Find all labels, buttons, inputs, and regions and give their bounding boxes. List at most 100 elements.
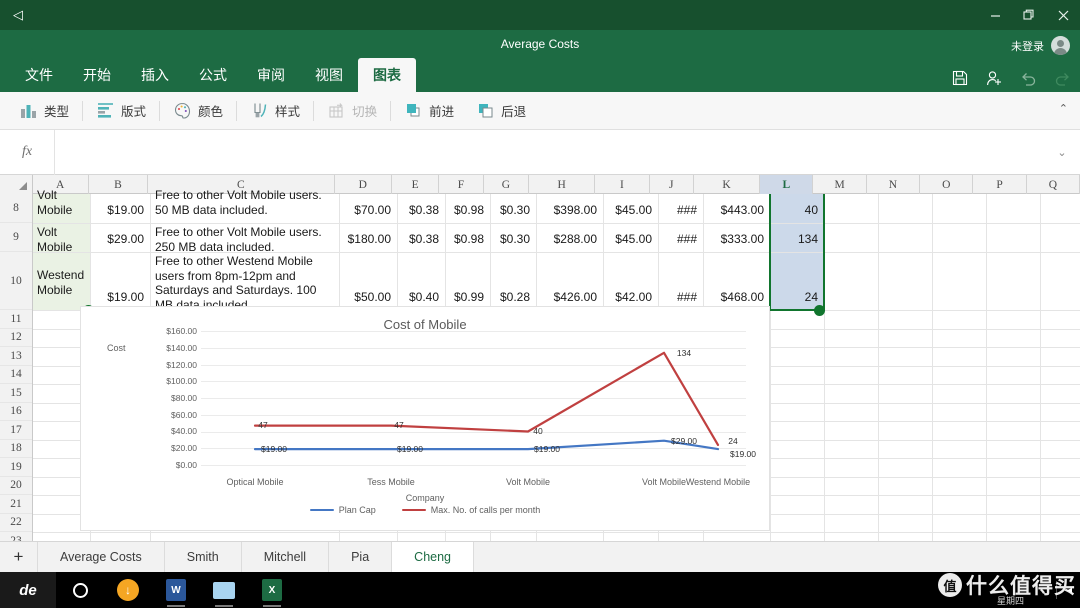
cell-k10[interactable]: $468.00 — [703, 289, 768, 306]
cell-i9[interactable]: $45.00 — [603, 231, 656, 248]
row-header-9[interactable]: 9 — [0, 223, 32, 252]
tab-review[interactable]: 审阅 — [242, 58, 300, 92]
sheet-tab-average-costs[interactable]: Average Costs — [38, 542, 165, 572]
tab-home[interactable]: 开始 — [68, 58, 126, 92]
search-circle-icon[interactable] — [56, 572, 104, 608]
toolbar-color[interactable]: 颜色 — [162, 96, 234, 126]
cell-k8[interactable]: $443.00 — [703, 202, 768, 219]
word-icon[interactable]: W — [152, 572, 200, 608]
cell-b9[interactable]: $29.00 — [90, 231, 148, 248]
tab-chart[interactable]: 图表 — [358, 58, 416, 92]
chart-object[interactable]: Cost of Mobile Cost $0.00 $20.00 $40.00 … — [80, 306, 770, 531]
column-header-e[interactable]: E — [392, 175, 440, 194]
row-header-10[interactable]: 10 — [0, 252, 32, 310]
restore-button[interactable] — [1012, 0, 1046, 30]
cell-e9[interactable]: $0.38 — [397, 231, 443, 248]
undo-icon[interactable] — [1018, 68, 1038, 88]
minimize-button[interactable] — [978, 0, 1012, 30]
cell-j10[interactable]: ### — [658, 289, 701, 306]
row-header-21[interactable]: 21 — [0, 495, 32, 514]
cell-h10[interactable]: $426.00 — [536, 289, 601, 306]
row-header-12[interactable]: 12 — [0, 329, 32, 347]
cell-b10[interactable]: $19.00 — [90, 289, 148, 306]
column-header-j[interactable]: J — [650, 175, 694, 194]
tab-view[interactable]: 视图 — [300, 58, 358, 92]
save-icon[interactable] — [950, 68, 970, 88]
cell-a9[interactable]: Volt Mobile — [33, 224, 90, 254]
row-header-11[interactable]: 11 — [0, 310, 32, 329]
add-sheet-button[interactable]: + — [0, 542, 38, 572]
row-header-18[interactable]: 18 — [0, 440, 32, 458]
download-icon[interactable]: ↓ — [104, 572, 152, 608]
column-header-q[interactable]: Q — [1027, 175, 1080, 194]
row-header-16[interactable]: 16 — [0, 403, 32, 421]
tab-formula[interactable]: 公式 — [184, 58, 242, 92]
cell-i10[interactable]: $42.00 — [603, 289, 656, 306]
row-header-17[interactable]: 17 — [0, 421, 32, 440]
selection-handle-right[interactable] — [814, 305, 825, 316]
column-header-n[interactable]: N — [867, 175, 921, 194]
column-header-i[interactable]: I — [595, 175, 650, 194]
row-header-14[interactable]: 14 — [0, 366, 32, 384]
cell-f9[interactable]: $0.98 — [445, 231, 488, 248]
row-header-13[interactable]: 13 — [0, 347, 32, 366]
cell-e10[interactable]: $0.40 — [397, 289, 443, 306]
cell-l10[interactable]: 24 — [770, 289, 822, 306]
column-header-l[interactable]: L — [760, 175, 814, 194]
account-area[interactable]: 未登录 — [1011, 36, 1070, 55]
cell-d9[interactable]: $180.00 — [339, 231, 395, 248]
cell-g9[interactable]: $0.30 — [490, 231, 534, 248]
sheet-tab-pia[interactable]: Pia — [329, 542, 393, 572]
tab-file[interactable]: 文件 — [10, 58, 68, 92]
cell-j9[interactable]: ### — [658, 231, 701, 248]
row-header-20[interactable]: 20 — [0, 477, 32, 495]
cell-a8[interactable]: Volt Mobile — [33, 187, 90, 223]
formula-input[interactable] — [55, 130, 1044, 175]
cell-c9[interactable]: Free to other Volt Mobile users. 250 MB … — [151, 224, 338, 254]
cell-b8[interactable]: $19.00 — [90, 202, 148, 219]
sheet-tab-cheng[interactable]: Cheng — [392, 542, 475, 572]
tab-insert[interactable]: 插入 — [126, 58, 184, 92]
column-header-p[interactable]: P — [973, 175, 1027, 194]
column-header-k[interactable]: K — [694, 175, 761, 194]
redo-icon[interactable] — [1052, 68, 1072, 88]
tray-expand-icon[interactable]: ◂ — [1067, 585, 1072, 596]
toolbar-layout[interactable]: 版式 — [85, 96, 157, 126]
avatar[interactable] — [1051, 36, 1070, 55]
cell-l9[interactable]: 134 — [770, 231, 822, 248]
column-header-h[interactable]: H — [529, 175, 596, 194]
column-header-m[interactable]: M — [813, 175, 867, 194]
cell-k9[interactable]: $333.00 — [703, 231, 768, 248]
cell-d8[interactable]: $70.00 — [339, 202, 395, 219]
folder-icon[interactable] — [200, 572, 248, 608]
row-header-19[interactable]: 19 — [0, 458, 32, 477]
cell-h8[interactable]: $398.00 — [536, 202, 601, 219]
column-header-f[interactable]: F — [439, 175, 484, 194]
back-caret-icon[interactable]: ◁ — [10, 8, 26, 24]
cell-i8[interactable]: $45.00 — [603, 202, 656, 219]
cell-a10[interactable]: Westend Mobile — [33, 267, 90, 309]
column-header-d[interactable]: D — [335, 175, 392, 194]
cell-e8[interactable]: $0.38 — [397, 202, 443, 219]
legend-item-max-calls[interactable]: Max. No. of calls per month — [401, 505, 540, 515]
cell-f8[interactable]: $0.98 — [445, 202, 488, 219]
cell-g10[interactable]: $0.28 — [490, 289, 534, 306]
cell-c8[interactable]: Free to other Volt Mobile users. 50 MB d… — [151, 187, 338, 223]
excel-icon[interactable]: X — [248, 572, 296, 608]
column-header-o[interactable]: O — [920, 175, 974, 194]
cell-h9[interactable]: $288.00 — [536, 231, 601, 248]
close-button[interactable] — [1046, 0, 1080, 30]
cell-j8[interactable]: ### — [658, 202, 701, 219]
sheet-tab-mitchell[interactable]: Mitchell — [241, 542, 330, 572]
cell-l8[interactable]: 40 — [770, 202, 822, 219]
toolbar-type[interactable]: 类型 — [8, 96, 80, 126]
cell-g8[interactable]: $0.30 — [490, 202, 534, 219]
column-header-g[interactable]: G — [484, 175, 530, 194]
select-all-corner[interactable] — [0, 175, 33, 194]
row-header-15[interactable]: 15 — [0, 384, 32, 403]
start-button[interactable]: de — [0, 572, 56, 608]
cell-c10[interactable]: Free to other Westend Mobile users from … — [151, 253, 338, 311]
column-header-b[interactable]: B — [89, 175, 149, 194]
toolbar-send-backward[interactable]: 后退 — [465, 96, 537, 126]
cell-f10[interactable]: $0.99 — [445, 289, 488, 306]
